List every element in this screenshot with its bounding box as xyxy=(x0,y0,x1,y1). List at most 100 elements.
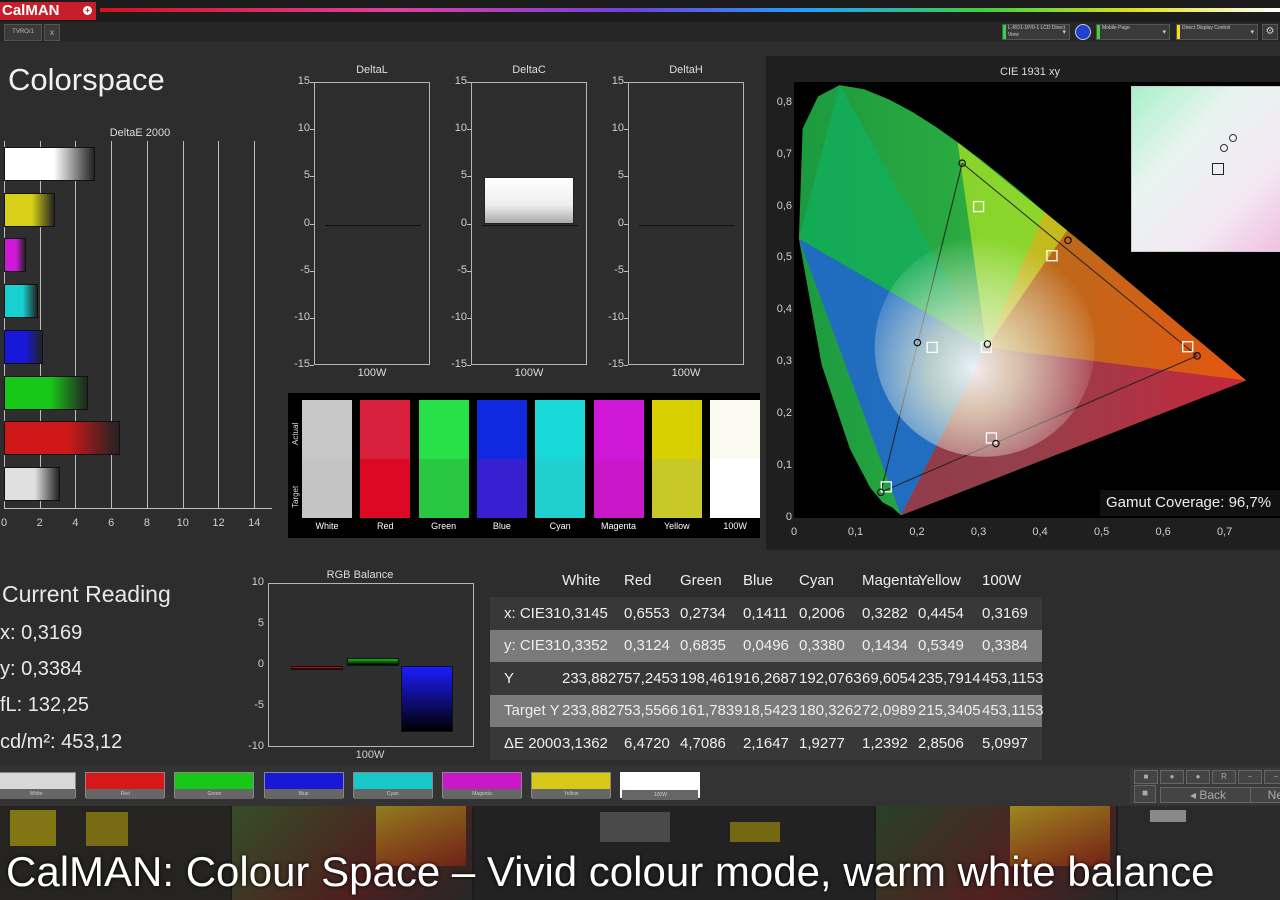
mode-dropdown[interactable]: Mobile Page ▾ xyxy=(1096,24,1170,40)
swatch-target xyxy=(593,459,644,518)
tick-mark xyxy=(467,129,471,131)
cie-x-tick: 0,3 xyxy=(970,526,987,538)
next-button[interactable]: Next xyxy=(1250,787,1280,803)
delta-tick: 5 xyxy=(617,169,624,182)
tick-mark xyxy=(624,129,628,131)
zero-line xyxy=(639,224,735,226)
tick-mark xyxy=(467,176,471,178)
repeat-button[interactable]: R xyxy=(1212,770,1236,784)
patch-yellow[interactable]: Yellow xyxy=(531,772,612,799)
rainbow-accent xyxy=(100,8,1280,12)
source-dropdown[interactable]: L-RO1-1P/0-1 LCD Direct View ▾ xyxy=(1002,24,1070,40)
stop-button[interactable]: ■ xyxy=(1134,770,1158,784)
stop-square-icon[interactable]: ■ xyxy=(1134,785,1156,803)
table-cell: 18,5423 xyxy=(743,702,798,720)
table-cell: 453,1153 xyxy=(982,702,1044,720)
session-tab[interactable]: TVRO/1 xyxy=(4,24,42,41)
patch-green[interactable]: Green xyxy=(174,772,255,799)
display-dropdown[interactable]: Direct Display Control ▾ xyxy=(1176,24,1258,40)
patch-white[interactable]: White xyxy=(0,772,76,799)
swatch-panel: White Red Green Blue Cyan Magenta Yellow 100W xyxy=(288,393,761,538)
table-cell: 16,2687 xyxy=(743,669,798,687)
patch-label: Green xyxy=(207,791,222,797)
status-indicator xyxy=(1003,25,1006,39)
deltae-bar-yellow xyxy=(4,192,55,227)
deltae-title: DeltaE 2000 xyxy=(109,127,171,139)
record-button[interactable]: ● xyxy=(1160,770,1184,784)
rgb-balance-chart xyxy=(268,583,474,747)
back-button[interactable]: ◂ Back xyxy=(1160,787,1256,803)
delta-tick: -5 xyxy=(300,263,310,276)
delta-tick: -10 xyxy=(451,310,467,323)
thumbnail-bar xyxy=(10,810,56,846)
table-cell: 215,3405 xyxy=(918,702,981,720)
tick-mark xyxy=(467,317,471,319)
delta-xlabel: 100W xyxy=(357,367,387,379)
chevron-down-icon: ▾ xyxy=(1162,29,1166,36)
measured-marker xyxy=(1229,134,1237,142)
delta-tick: 0 xyxy=(303,216,310,229)
minus-button-2[interactable]: − xyxy=(1264,770,1280,784)
column-header: Blue xyxy=(743,572,774,589)
swatch-actual xyxy=(418,400,469,459)
cie-y-tick: 0,4 xyxy=(776,303,792,316)
cie-zoom-inset xyxy=(1131,86,1280,252)
patch-magenta[interactable]: Magenta xyxy=(442,772,522,799)
tab-close-button[interactable]: x xyxy=(44,24,60,41)
deltae-bar-magenta xyxy=(4,238,27,273)
table-cell: 0,3169 xyxy=(982,605,1028,622)
table-cell: 453,1153 xyxy=(982,669,1044,687)
reading-luminance: cd/m²: 453,12 xyxy=(0,731,123,753)
measured-marker xyxy=(1220,144,1228,152)
table-cell: 0,6553 xyxy=(624,605,670,622)
patch-color xyxy=(86,773,165,789)
delta-chart-deltal xyxy=(314,82,430,365)
column-header: Magenta xyxy=(862,572,921,589)
gridline xyxy=(254,141,256,509)
patch-blue[interactable]: Blue xyxy=(263,772,344,799)
table-cell: 0,3380 xyxy=(799,637,845,655)
delta-tick: 0 xyxy=(460,216,467,229)
deltae-tick: 6 xyxy=(108,517,115,529)
delta-chart-deltac xyxy=(471,82,587,365)
table-cell: 0,6835 xyxy=(680,637,726,655)
patch-100w[interactable]: 100W xyxy=(620,772,701,800)
delta-xlabel: 100W xyxy=(671,367,701,379)
calman-logo[interactable]: CalMAN + xyxy=(0,2,96,20)
status-indicator xyxy=(1097,25,1100,39)
settings-icon[interactable]: ⚙ xyxy=(1262,24,1278,40)
delta-title-deltac: DeltaC xyxy=(512,64,546,76)
cie-x-tick: 0,4 xyxy=(1032,526,1048,538)
deltae-tick: 12 xyxy=(212,517,225,529)
swatch-actual xyxy=(360,400,411,459)
thumbnail-bar xyxy=(1150,810,1186,822)
patch-label: Blue xyxy=(298,791,309,797)
table-cell: 233,8827 xyxy=(562,702,625,720)
cie-y-tick: 0,8 xyxy=(776,95,792,108)
tick-mark xyxy=(467,82,471,83)
row-header: x: CIE31 xyxy=(504,605,562,622)
rgb-tick: -5 xyxy=(254,699,264,711)
table-cell: 2,1647 xyxy=(743,734,789,752)
table-cell: 69,6054 xyxy=(862,669,917,687)
table-row: Y 233,8827 57,2453 198,4619 16,2687 192,0763 6… xyxy=(490,662,1044,695)
record-all-button[interactable]: ● xyxy=(1186,770,1210,784)
rgb-balance-title: RGB Balance xyxy=(326,569,394,581)
back-icon: ◂ xyxy=(1189,788,1200,802)
delta-tick: -10 xyxy=(608,310,624,323)
patch-color xyxy=(622,774,699,790)
table-cell: 0,3124 xyxy=(624,637,670,655)
navigation-panel: ■ ● ● R − − ■ ◂ Back Next xyxy=(1130,768,1280,804)
cie-y-tick: 0,6 xyxy=(776,199,792,212)
swatch-target xyxy=(418,459,469,518)
swatch-actual xyxy=(710,400,761,459)
cie-x-tick: 0,5 xyxy=(1093,526,1110,538)
minus-button[interactable]: − xyxy=(1238,770,1262,784)
table-cell: 0,2006 xyxy=(799,605,845,622)
gamut-label: Gamut Coverage: xyxy=(1106,494,1229,511)
patch-red[interactable]: Red xyxy=(85,772,166,799)
cie-x-tick: 0,7 xyxy=(1216,526,1233,538)
patch-cyan[interactable]: Cyan xyxy=(352,772,433,799)
meter-icon[interactable] xyxy=(1075,24,1091,40)
chevron-down-icon: ▾ xyxy=(1062,29,1066,36)
